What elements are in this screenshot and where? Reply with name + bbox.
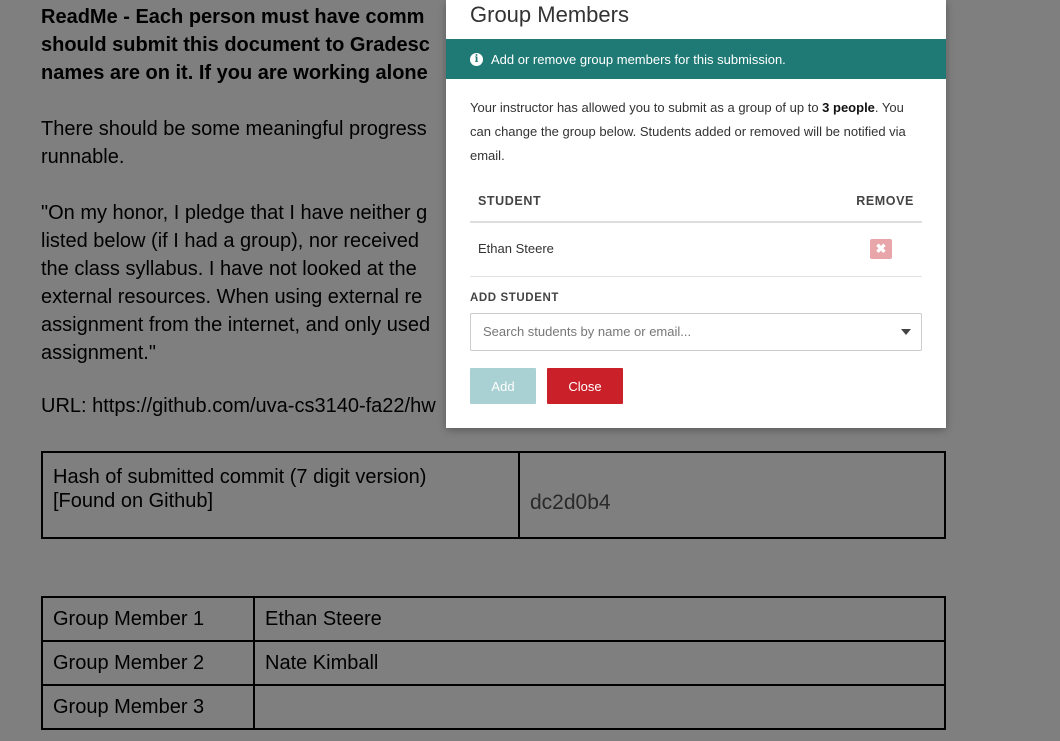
column-header-student: STUDENT bbox=[478, 194, 542, 208]
group-description: Your instructor has allowed you to submi… bbox=[470, 96, 920, 168]
students-table-header: STUDENT REMOVE bbox=[470, 185, 922, 223]
column-header-remove: REMOVE bbox=[856, 194, 914, 208]
remove-student-button[interactable]: ✖ bbox=[870, 239, 892, 259]
add-button[interactable]: Add bbox=[470, 368, 536, 404]
modal-title: Group Members bbox=[470, 2, 629, 27]
close-button[interactable]: Close bbox=[547, 368, 623, 404]
info-icon: i bbox=[470, 52, 483, 66]
add-student-label: ADD STUDENT bbox=[470, 292, 560, 304]
group-size-limit: 3 people bbox=[822, 100, 875, 115]
student-search-input[interactable] bbox=[471, 314, 905, 348]
table-row: Ethan Steere ✖ bbox=[470, 223, 922, 277]
student-search-select[interactable] bbox=[470, 313, 922, 351]
banner-text: Add or remove group members for this sub… bbox=[491, 51, 786, 67]
chevron-down-icon[interactable] bbox=[901, 329, 911, 335]
close-icon: ✖ bbox=[875, 241, 887, 256]
description-text: Your instructor has allowed you to submi… bbox=[470, 100, 823, 115]
student-name: Ethan Steere bbox=[478, 241, 554, 256]
group-members-modal: Group Members i Add or remove group memb… bbox=[446, 0, 946, 428]
info-banner: i Add or remove group members for this s… bbox=[446, 39, 946, 79]
